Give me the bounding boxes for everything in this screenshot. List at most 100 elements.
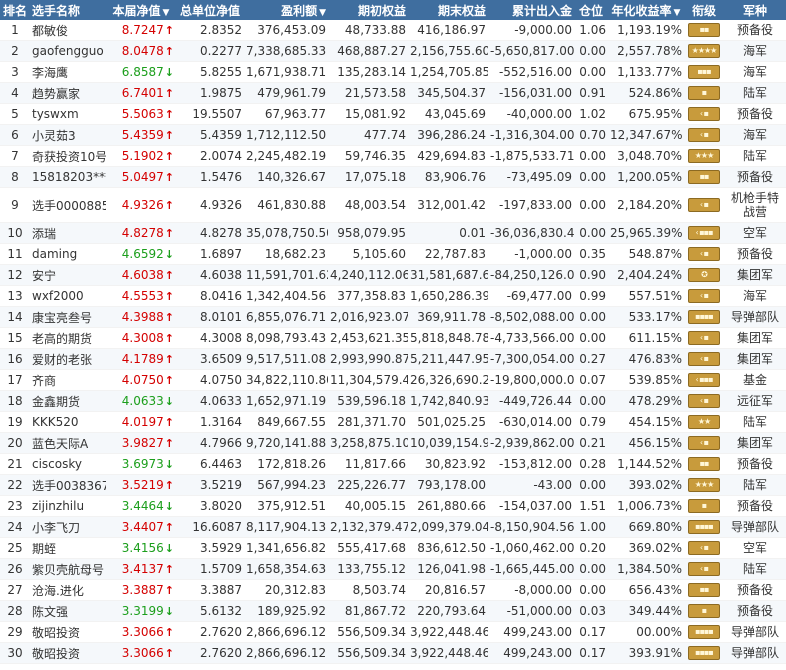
player-name-link[interactable]: 趋势赢家 <box>30 82 106 104</box>
branch-cell: 导弹部队 <box>724 516 786 538</box>
start-equity-cell: 15,081.92 <box>328 103 408 125</box>
position-cell: 0.00 <box>574 390 608 412</box>
table-row[interactable]: 16 爱财的老张 4.1789↑ 3.6509 9,517,511.08 2,993,99… <box>0 348 786 370</box>
annual-return-cell: 539.85% <box>608 369 684 391</box>
end-equity-cell: 1,650,286.39 <box>408 285 488 307</box>
player-name-link[interactable]: 选手0000885 <box>30 187 106 223</box>
start-equity-cell: 17,075.18 <box>328 166 408 188</box>
player-name-link[interactable]: 沧海.进化 <box>30 579 106 601</box>
player-name-link[interactable]: 蓝色天际A <box>30 432 106 454</box>
player-name-link[interactable]: 安宁 <box>30 264 106 286</box>
player-name-link[interactable]: 小灵茹3 <box>30 124 106 146</box>
table-row[interactable]: 25 期蛭 3.4156↓ 3.5929 1,341,656.82 555,417.68 8… <box>0 537 786 559</box>
col-profit-header[interactable]: 盈利额 ▼ <box>244 0 328 20</box>
table-row[interactable]: 2 gaofengguo 8.0478↑ 0.2277 7,338,685.33 468,… <box>0 40 786 62</box>
table-row[interactable]: 8 15818203*** 5.0497↑ 1.5476 140,326.67 17,07… <box>0 166 786 188</box>
table-row[interactable]: 24 小李飞刀 3.4407↑ 16.6087 8,117,904.13 2,132,37… <box>0 516 786 538</box>
arrow-down-icon: ↓ <box>164 605 174 618</box>
table-row[interactable]: 3 李海鹰 6.8587↓ 5.8255 1,671,938.71 135,283.14 1… <box>0 61 786 83</box>
table-row[interactable]: 9 选手0000885 4.9326↑ 4.9326 461,830.88 48,003.… <box>0 187 786 223</box>
rank-badge-cell: ▪▪ <box>684 579 724 601</box>
col-nav-header[interactable]: 本届净值 ▼ <box>106 0 176 20</box>
table-row[interactable]: 6 小灵茹3 5.4359↑ 5.4359 1,712,112.50 477.74 396,… <box>0 124 786 146</box>
player-name-link[interactable]: 期蛭 <box>30 537 106 559</box>
table-row[interactable]: 19 KKK520 4.0197↑ 1.3164 849,667.55 281,371.7… <box>0 411 786 433</box>
table-row[interactable]: 17 齐商 4.0750↑ 4.0750 34,822,110.80 11,304,579… <box>0 369 786 391</box>
col-net-flow-header[interactable]: 累计出入金 <box>488 0 574 20</box>
profit-cell: 2,245,482.19 <box>244 145 328 167</box>
start-equity-cell: 81,867.72 <box>328 600 408 622</box>
start-equity-cell: 2,016,923.07 <box>328 306 408 328</box>
profit-cell: 11,591,701.62 <box>244 264 328 286</box>
table-row[interactable]: 22 选手0038367 3.5219↑ 3.5219 567,994.23 225,22… <box>0 474 786 496</box>
nav-value: 3.5219 <box>121 478 164 492</box>
start-equity-cell: 377,358.83 <box>328 285 408 307</box>
sort-down-icon[interactable]: ▼ <box>319 8 326 18</box>
player-name-link[interactable]: 齐商 <box>30 369 106 391</box>
end-equity-cell: 31,581,687.68 <box>408 264 488 286</box>
player-name-link[interactable]: tyswxm <box>30 103 106 125</box>
player-name-link[interactable]: 金鑫期货 <box>30 390 106 412</box>
arrow-down-icon: ↓ <box>164 458 174 471</box>
table-row[interactable]: 11 daming 4.6592↓ 1.6897 18,682.23 5,105.60 22… <box>0 243 786 265</box>
player-name-link[interactable]: gaofengguo <box>30 40 106 62</box>
net-flow-cell: -156,031.00 <box>488 82 574 104</box>
end-equity-cell: 26,326,690.20 <box>408 369 488 391</box>
player-name-link[interactable]: ciscosky <box>30 453 106 475</box>
table-row[interactable]: 4 趋势赢家 6.7401↑ 1.9875 479,961.79 21,573.58 345… <box>0 82 786 104</box>
table-row[interactable]: 10 添瑞 4.8278↑ 4.8278 35,078,750.50 958,079.95… <box>0 222 786 244</box>
player-name-link[interactable]: 老高的期货 <box>30 327 106 349</box>
nav-value: 5.4359 <box>121 128 164 142</box>
sort-down-icon[interactable]: ▼ <box>163 8 170 18</box>
table-row[interactable]: 28 陈文强 3.3199↓ 5.6132 189,925.92 81,867.72 220… <box>0 600 786 622</box>
col-end-equity-header[interactable]: 期末权益 <box>408 0 488 20</box>
col-annual-return-header[interactable]: 年化收益率 ▼ <box>608 0 684 20</box>
player-name-link[interactable]: wxf2000 <box>30 285 106 307</box>
player-name-link[interactable]: daming <box>30 243 106 265</box>
player-name-link[interactable]: 15818203*** <box>30 166 106 188</box>
table-row[interactable]: 26 紫贝壳航母号 3.4137↑ 1.5709 1,658,354.63 133,755… <box>0 558 786 580</box>
col-position-header[interactable]: 仓位 <box>574 0 608 20</box>
table-row[interactable]: 1 都敏俊 8.7247↑ 2.8352 376,453.09 48,733.88 416,… <box>0 20 786 41</box>
player-name-link[interactable]: KKK520 <box>30 411 106 433</box>
branch-cell: 导弹部队 <box>724 621 786 643</box>
table-row[interactable]: 27 沧海.进化 3.3887↑ 3.3887 20,312.83 8,503.74 20,… <box>0 579 786 601</box>
player-name-link[interactable]: 陈文强 <box>30 600 106 622</box>
table-row[interactable]: 23 zijinzhilu 3.4464↓ 3.8020 375,912.51 40,00… <box>0 495 786 517</box>
player-name-link[interactable]: 选手0038367 <box>30 474 106 496</box>
table-row[interactable]: 20 蓝色天际A 3.9827↑ 4.7966 9,720,141.88 3,258,87… <box>0 432 786 454</box>
annual-return-cell: 675.95% <box>608 103 684 125</box>
table-row[interactable]: 12 安宁 4.6038↑ 4.6038 11,591,701.62 4,240,112.… <box>0 264 786 286</box>
table-row[interactable]: 18 金鑫期货 4.0633↓ 4.0633 1,652,971.19 539,596.1… <box>0 390 786 412</box>
col-start-equity-header[interactable]: 期初权益 <box>328 0 408 20</box>
player-name-link[interactable]: 康宝亮叁号 <box>30 306 106 328</box>
table-row[interactable]: 30 敬昭投资 3.3066↑ 2.7620 2,866,696.12 556,509.3… <box>0 642 786 664</box>
table-row[interactable]: 15 老高的期货 4.3008↑ 4.3008 8,098,793.43 2,453,62… <box>0 327 786 349</box>
player-name-link[interactable]: 紫贝壳航母号 <box>30 558 106 580</box>
arrow-down-icon: ↓ <box>164 542 174 555</box>
nav-cell: 3.3066↑ <box>106 642 176 664</box>
col-total-nav-header[interactable]: 总单位净值 <box>176 0 244 20</box>
total-nav-cell: 2.7620 <box>176 621 244 643</box>
col-rank-header[interactable]: 排名 <box>0 0 30 20</box>
player-name-link[interactable]: 李海鹰 <box>30 61 106 83</box>
sort-down-icon[interactable]: ▼ <box>674 8 681 18</box>
profit-cell: 20,312.83 <box>244 579 328 601</box>
player-name-link[interactable]: 奇获投资10号 <box>30 145 106 167</box>
table-row[interactable]: 5 tyswxm 5.5063↑ 19.5507 67,963.77 15,081.92 4… <box>0 103 786 125</box>
player-name-link[interactable]: 敬昭投资 <box>30 621 106 643</box>
player-name-link[interactable]: 都敏俊 <box>30 20 106 41</box>
table-row[interactable]: 29 敬昭投资 3.3066↑ 2.7620 2,866,696.12 556,509.3… <box>0 621 786 643</box>
player-name-link[interactable]: 爱财的老张 <box>30 348 106 370</box>
col-name-header[interactable]: 选手名称 <box>30 0 106 20</box>
player-name-link[interactable]: zijinzhilu <box>30 495 106 517</box>
table-row[interactable]: 14 康宝亮叁号 4.3988↑ 8.0101 6,855,076.71 2,016,92… <box>0 306 786 328</box>
table-row[interactable]: 13 wxf2000 4.5553↑ 8.0416 1,342,404.56 377,35… <box>0 285 786 307</box>
table-row[interactable]: 7 奇获投资10号 5.1902↑ 2.0074 2,245,482.19 59,746.… <box>0 145 786 167</box>
player-name-link[interactable]: 小李飞刀 <box>30 516 106 538</box>
player-name-link[interactable]: 添瑞 <box>30 222 106 244</box>
rank-badge-cell: ▪ <box>684 82 724 104</box>
table-row[interactable]: 21 ciscosky 3.6973↓ 6.4463 172,818.26 11,817.… <box>0 453 786 475</box>
player-name-link[interactable]: 敬昭投资 <box>30 642 106 664</box>
rank-badge-cell: ‹ ▪ <box>684 432 724 454</box>
